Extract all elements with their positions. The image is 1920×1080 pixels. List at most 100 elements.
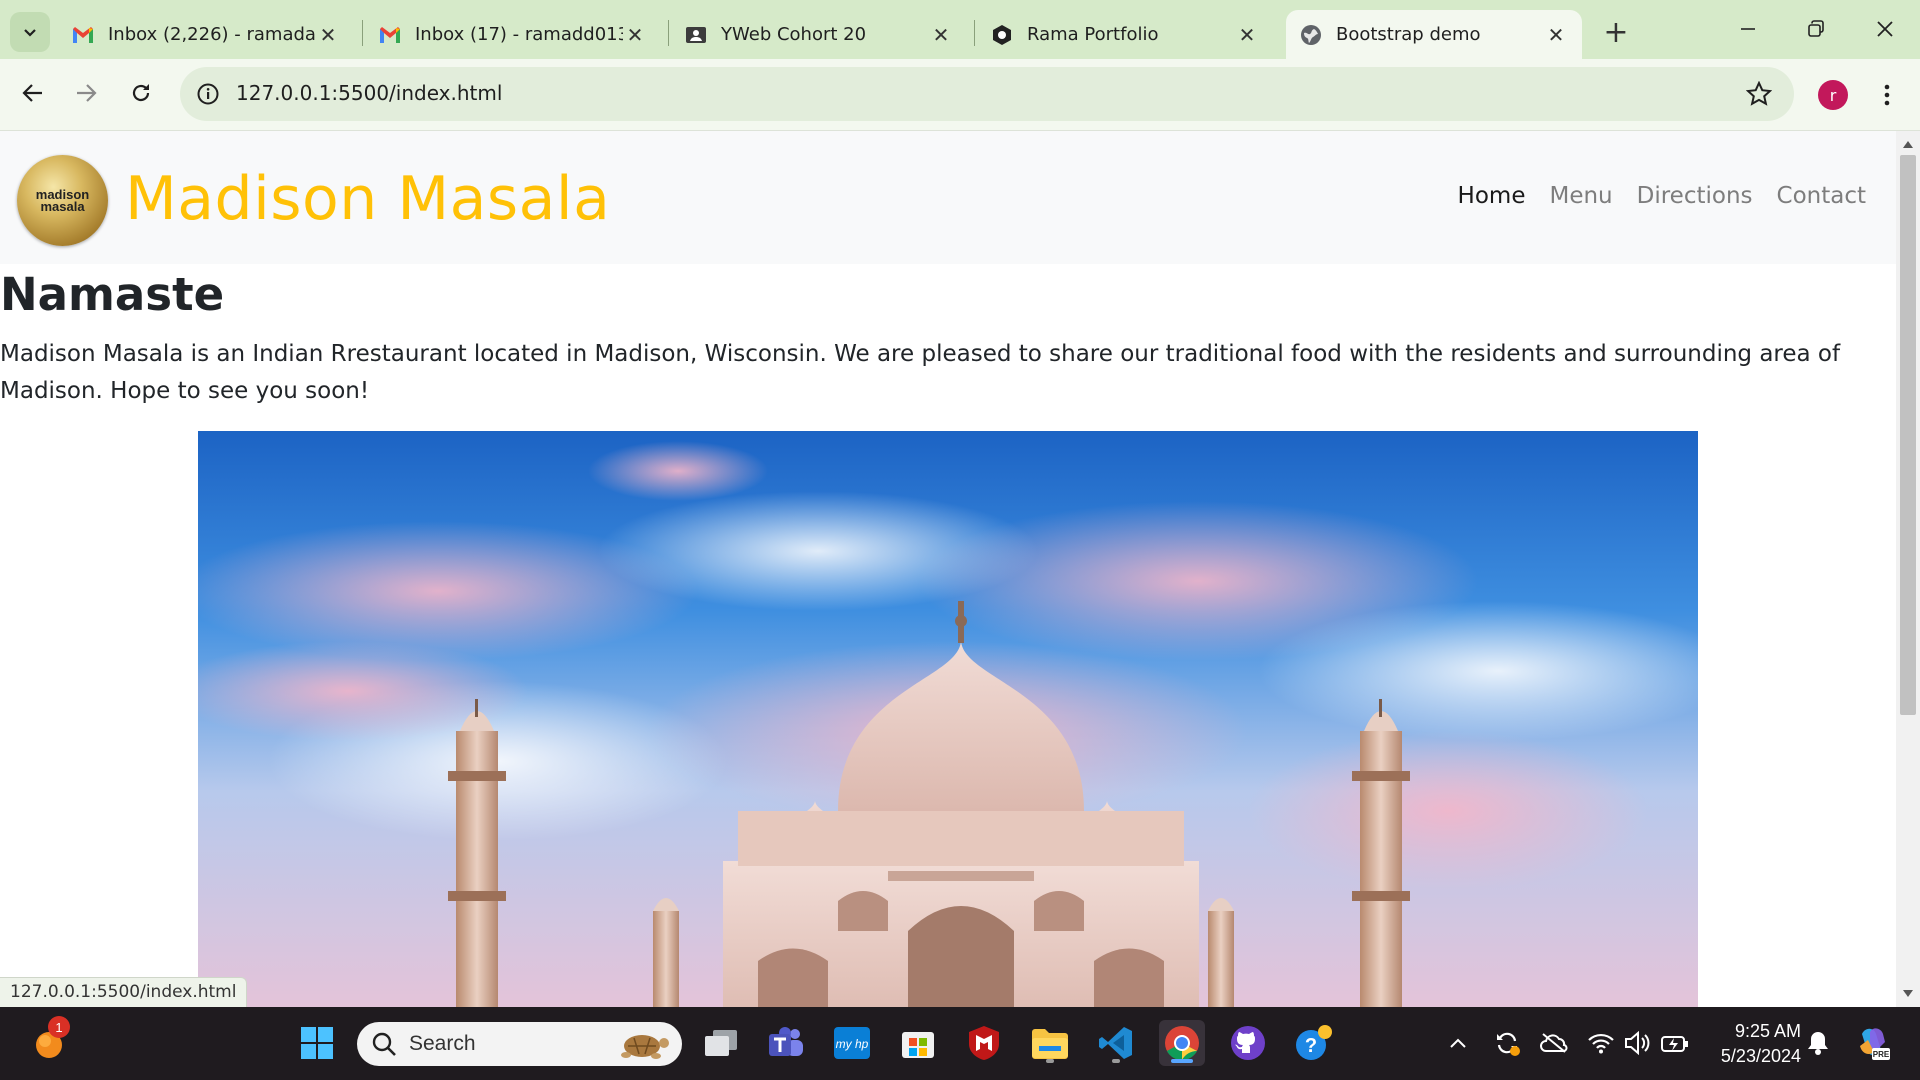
mcafee-button[interactable] [961,1020,1007,1066]
brand-name[interactable]: Madison Masala [125,164,610,234]
arrow-right-icon [77,84,97,102]
site-info-icon[interactable] [194,80,222,108]
store-icon [902,1032,934,1058]
copilot-icon[interactable]: PRE [1853,1023,1893,1063]
logo-text-line2: masala [40,198,85,214]
close-icon[interactable]: ✕ [1544,23,1568,47]
start-button[interactable] [294,1020,340,1066]
tab-separator [974,20,975,46]
close-icon [1877,21,1893,37]
minimize-icon [1741,28,1755,30]
taj-mahal-image [198,431,1698,1007]
bookmark-star-icon[interactable] [1744,79,1774,109]
reload-button[interactable] [121,73,161,113]
onedrive-offline-icon[interactable] [1538,1027,1570,1059]
battery-charging-icon[interactable] [1659,1027,1691,1059]
close-icon[interactable]: ✕ [1235,23,1259,47]
nav-link-home[interactable]: Home [1458,183,1526,209]
task-view-icon [705,1030,737,1056]
teams-button[interactable] [763,1020,809,1066]
taskbar-search-box[interactable]: Search [357,1022,682,1066]
restore-button[interactable] [1786,6,1846,52]
nav-link-directions[interactable]: Directions [1637,183,1753,209]
page-scrollbar[interactable] [1896,131,1920,1007]
tab-yweb-cohort[interactable]: YWeb Cohort 20 ✕ [671,10,967,59]
vscode-icon [1099,1027,1132,1059]
portfolio-icon [991,24,1013,46]
tab-strip: Inbox (2,226) - ramadadi ✕ Inbox (17) - … [0,0,1920,59]
forward-button[interactable] [66,73,106,113]
address-bar[interactable]: 127.0.0.1:5500/index.html [180,67,1794,121]
turtle-highlight-icon [621,1035,669,1059]
intro-paragraph: Madison Masala is an Indian Rrestaurant … [0,341,1841,404]
github-icon [1231,1026,1265,1060]
globe-icon [1300,24,1322,46]
myhp-icon: my hp [834,1027,870,1059]
new-tab-button[interactable]: + [1598,14,1634,50]
tab-search-button[interactable] [10,12,50,52]
scrollbar-thumb[interactable] [1900,155,1916,715]
nav-link-contact[interactable]: Contact [1777,183,1866,209]
svg-text:?: ? [1305,1035,1317,1057]
volume-icon[interactable] [1622,1027,1654,1059]
running-indicator [1112,1059,1120,1063]
status-bar-url: 127.0.0.1:5500/index.html [0,977,248,1007]
back-button[interactable] [13,73,53,113]
tab-title: Rama Portfolio [1027,24,1159,45]
browser-toolbar: 127.0.0.1:5500/index.html r [0,59,1920,131]
url-text[interactable]: 127.0.0.1:5500/index.html [236,81,502,105]
github-desktop-button[interactable] [1225,1020,1271,1066]
svg-text:PRE: PRE [1873,1050,1890,1059]
svg-text:my hp: my hp [836,1037,869,1051]
close-icon[interactable]: ✕ [623,23,647,47]
tab-rama-portfolio[interactable]: Rama Portfolio ✕ [977,10,1273,59]
windows-taskbar: 1 Search my hp ? 9:25 AM 5/23/2024 PRE [0,1007,1920,1080]
restaurant-logo[interactable]: madison masala [17,155,108,246]
tab-bootstrap-demo[interactable]: Bootstrap demo ✕ [1286,10,1582,59]
tab-title: Bootstrap demo [1336,24,1481,45]
tab-title: Inbox (2,226) - ramadadi [108,24,316,45]
nav-links: Home Menu Directions Contact [1458,183,1866,209]
show-hidden-icons-chevron-up-icon[interactable] [1442,1027,1474,1059]
restore-icon [1808,20,1824,37]
system-clock[interactable]: 9:25 AM 5/23/2024 [1705,1019,1801,1069]
task-view-button[interactable] [698,1020,744,1066]
running-indicator [1046,1059,1054,1063]
minimize-button[interactable] [1718,6,1778,52]
microsoft-store-button[interactable] [895,1020,941,1066]
scroll-down-arrow-icon[interactable] [1896,985,1920,1003]
windows-logo-icon [301,1027,333,1059]
scroll-up-arrow-icon[interactable] [1896,135,1920,153]
profile-avatar[interactable]: r [1818,80,1848,110]
teams-icon [769,1027,803,1056]
arrow-left-icon [22,84,42,102]
nav-link-menu[interactable]: Menu [1549,183,1612,209]
tab-title: YWeb Cohort 20 [721,24,867,45]
tab-title: Inbox (17) - ramadd013@ [415,24,623,45]
chrome-icon [1165,1026,1199,1060]
close-icon[interactable]: ✕ [316,23,340,47]
get-help-button[interactable]: ? [1291,1020,1337,1066]
close-icon[interactable]: ✕ [929,23,953,47]
close-window-button[interactable] [1855,6,1915,52]
notification-bell-icon[interactable] [1802,1027,1834,1059]
widgets-weather-button[interactable]: 1 [26,1016,72,1066]
chrome-button[interactable] [1159,1020,1205,1066]
chevron-down-icon [24,29,36,37]
myhp-button[interactable]: my hp [829,1020,875,1066]
tab-gmail-inbox-2[interactable]: Inbox (17) - ramadd013@ ✕ [365,10,661,59]
page-heading: Namaste [0,268,225,321]
tab-gmail-inbox-1[interactable]: Inbox (2,226) - ramadadi ✕ [58,10,354,59]
wifi-icon[interactable] [1585,1027,1617,1059]
sync-icon[interactable] [1491,1027,1523,1059]
clock-time: 9:25 AM [1734,1021,1801,1041]
tab-separator [668,20,669,46]
file-explorer-button[interactable] [1027,1020,1073,1066]
more-menu-icon[interactable] [1872,79,1902,111]
search-placeholder: Search [409,1032,476,1055]
page-viewport: madison masala Madison Masala Home Menu … [0,131,1896,1007]
classroom-icon [685,24,707,46]
vscode-button[interactable] [1093,1020,1139,1066]
reload-icon [132,84,150,102]
notification-badge: 1 [48,1016,70,1038]
